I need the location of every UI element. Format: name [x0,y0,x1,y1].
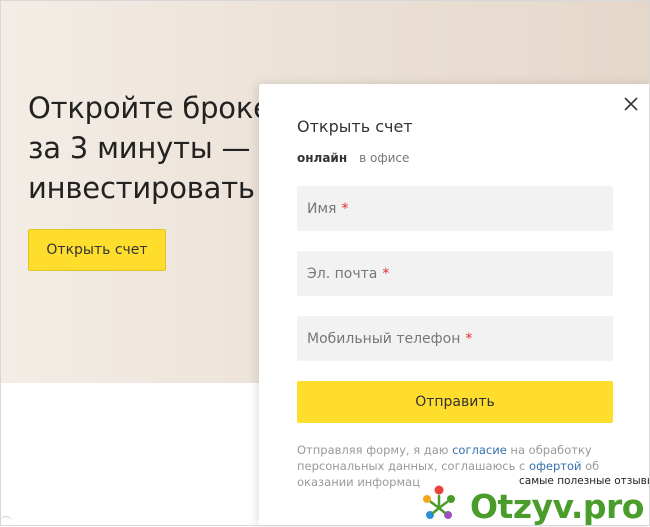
name-field[interactable]: Имя * [297,186,613,231]
open-account-modal: Открыть счет онлайн в офисе Имя * Эл. поч… [259,84,650,526]
required-mark: * [341,200,349,217]
tab-online[interactable]: онлайн [297,151,347,165]
open-account-button[interactable]: Открыть счет [28,229,166,271]
mode-tabs: онлайн в офисе [297,151,409,165]
modal-title: Открыть счет [297,117,413,136]
submit-button[interactable]: Отправить [297,381,613,423]
phone-field[interactable]: Мобильный телефон * [297,316,613,361]
partial-element [0,516,12,527]
email-field[interactable]: Эл. почта * [297,251,613,296]
email-placeholder: Эл. почта [307,265,378,282]
close-icon[interactable] [619,92,643,116]
offer-link[interactable]: офертой [529,459,581,473]
people-logo-icon [423,485,455,519]
watermark-tagline: самые полезные отзывы [519,475,650,487]
name-placeholder: Имя [307,200,337,217]
tab-in-office[interactable]: в офисе [359,151,409,165]
otzyv-watermark: самые полезные отзывы Otzyv.pro [420,474,650,526]
disclaimer-text: Отправляя форму, я даю [297,443,453,457]
required-mark: * [382,265,390,282]
phone-placeholder: Мобильный телефон [307,330,461,347]
watermark-logo: Otzyv.pro [470,487,644,526]
required-mark: * [465,330,473,347]
consent-link[interactable]: согласие [452,443,507,457]
